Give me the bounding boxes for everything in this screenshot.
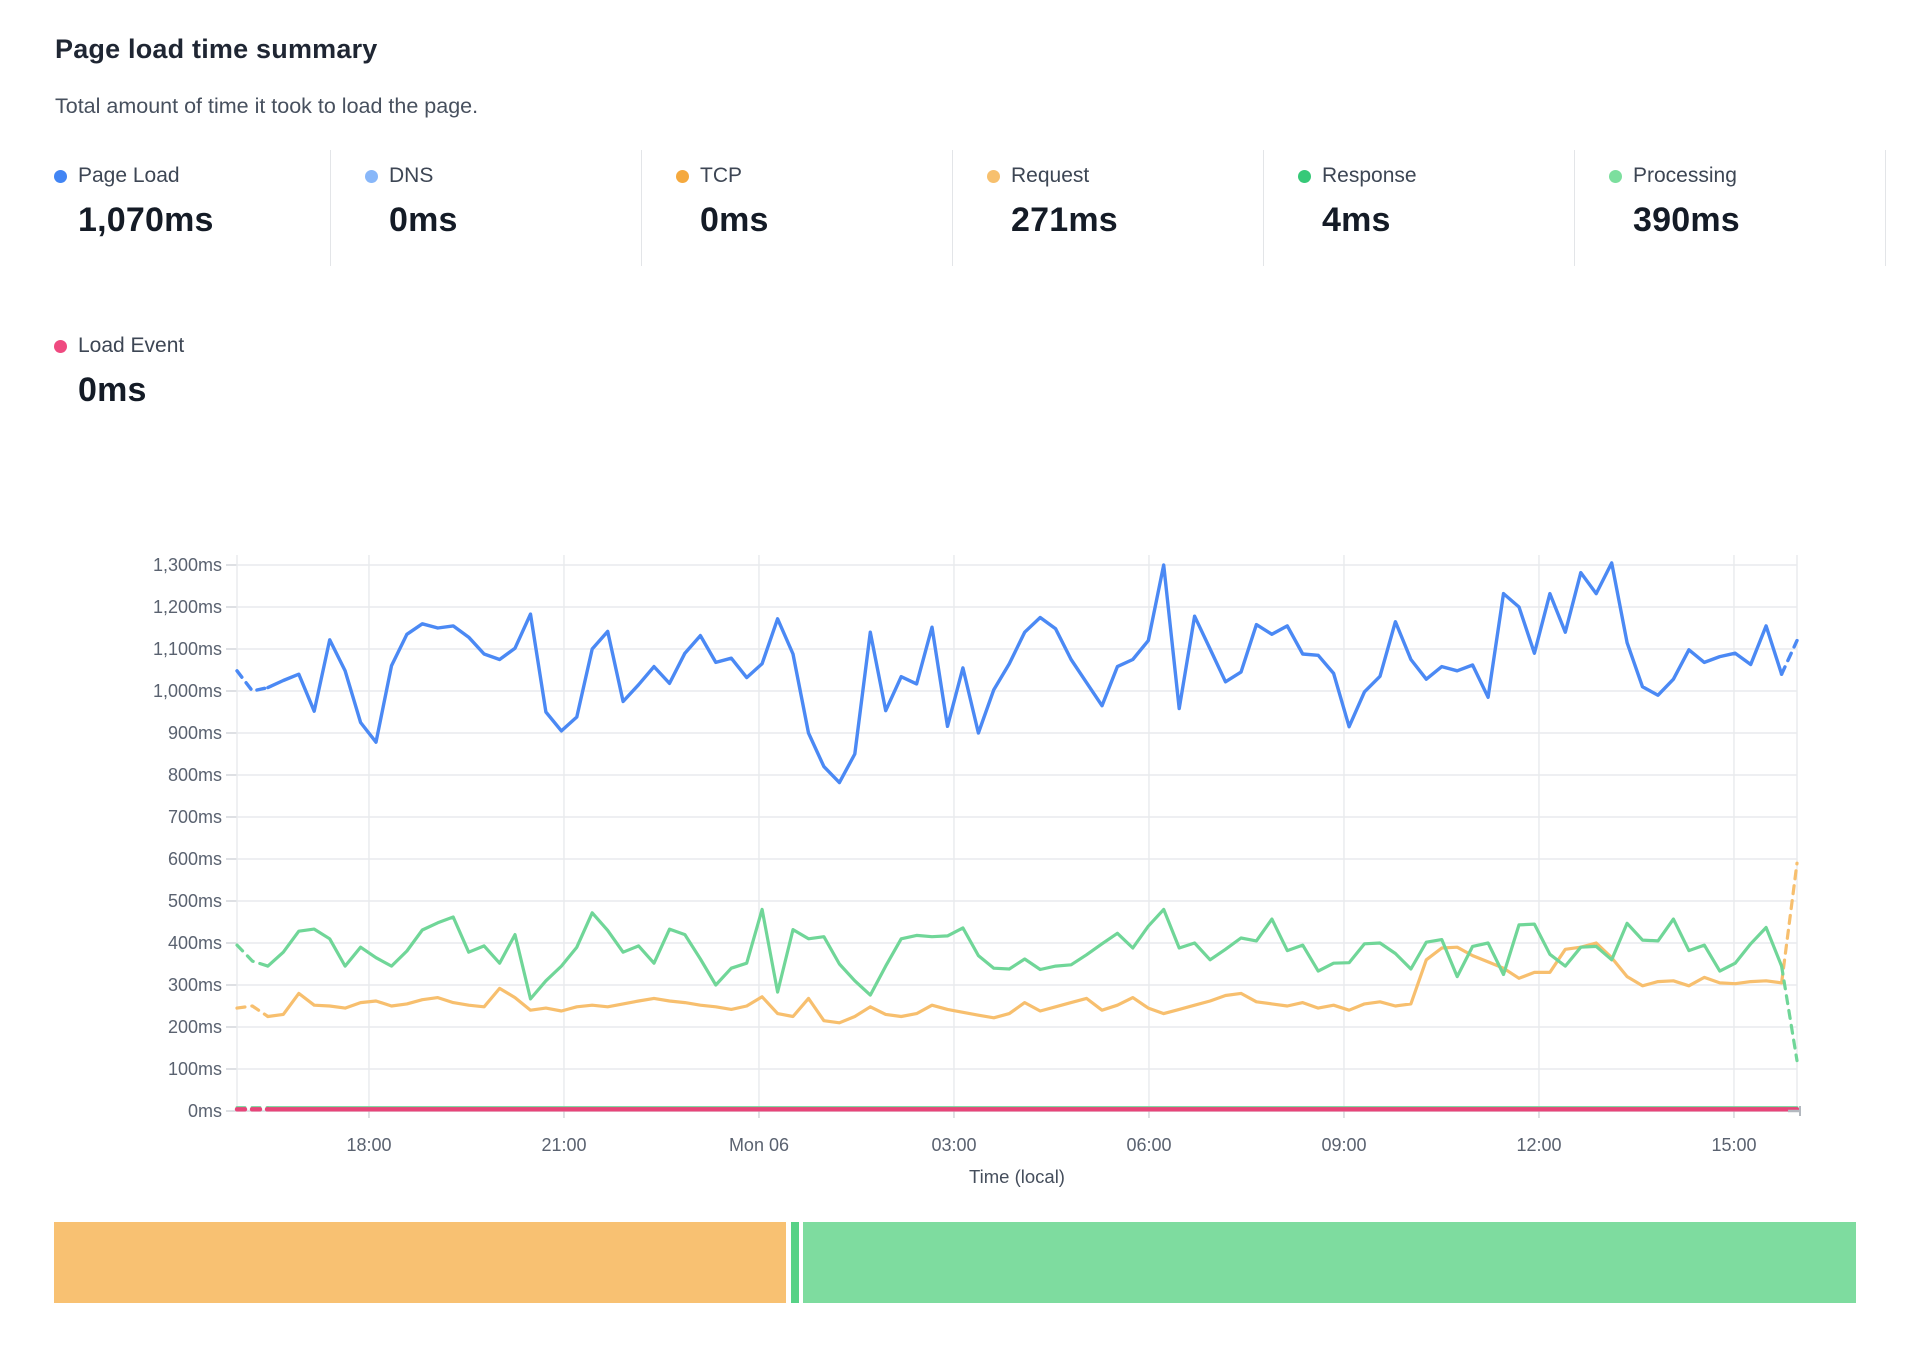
page-load-series-dot-icon	[54, 170, 67, 183]
series-line-processing-dashed[interactable]	[237, 945, 268, 966]
metric-legend-row: Page Load 1,070ms DNS 0ms TCP 0ms Request 271ms…	[20, 150, 1886, 266]
y-tick-label: 100ms	[168, 1059, 222, 1079]
stat-label: Processing	[1633, 164, 1737, 188]
page-load-time-chart[interactable]: 0ms 100ms 200ms 300ms 400ms 500ms 600ms 700ms 80…	[0, 520, 1910, 1220]
legend-stat-page-load[interactable]: Page Load 1,070ms	[20, 150, 331, 266]
page-load-summary-panel: Page load time summary Total amount of t…	[0, 0, 1910, 1352]
x-tick-label: 21:00	[541, 1135, 586, 1155]
series-line-processing-dashed[interactable]	[1782, 966, 1797, 1061]
series-line-page-load-dashed[interactable]	[1782, 641, 1797, 675]
x-tick-label: 09:00	[1321, 1135, 1366, 1155]
series-line-request[interactable]	[268, 943, 1782, 1023]
x-tick-label: 12:00	[1516, 1135, 1561, 1155]
load-event-series-dot-icon	[54, 340, 67, 353]
y-tick-label: 1,200ms	[153, 597, 222, 617]
y-tick-label: 700ms	[168, 807, 222, 827]
y-tick-label: 1,000ms	[153, 681, 222, 701]
y-tick-label: 1,300ms	[153, 555, 222, 575]
tcp-series-dot-icon	[676, 170, 689, 183]
stat-label: Request	[1011, 164, 1089, 188]
legend-stat-load-event[interactable]: Load Event 0ms	[20, 320, 331, 436]
timeline-segment-period-ok-sliver[interactable]	[791, 1222, 799, 1303]
stat-value: 390ms	[1633, 201, 1885, 240]
legend-stat-processing[interactable]: Processing 390ms	[1575, 150, 1886, 266]
x-tick-label: 18:00	[346, 1135, 391, 1155]
series-line-request-dashed[interactable]	[1782, 863, 1797, 983]
y-tick-label: 900ms	[168, 723, 222, 743]
legend-stat-tcp[interactable]: TCP 0ms	[642, 150, 953, 266]
x-axis-title: Time (local)	[969, 1166, 1065, 1187]
stat-label: Page Load	[78, 164, 180, 188]
page-subtitle: Total amount of time it took to load the…	[55, 94, 478, 119]
status-timeline-bar	[54, 1222, 1856, 1303]
stat-value: 0ms	[389, 201, 641, 240]
legend-stat-request[interactable]: Request 271ms	[953, 150, 1264, 266]
series-line-page-load-dashed[interactable]	[237, 671, 268, 691]
stat-label: TCP	[700, 164, 742, 188]
request-series-dot-icon	[987, 170, 1000, 183]
processing-series-dot-icon	[1609, 170, 1622, 183]
stat-label: Response	[1322, 164, 1417, 188]
stat-label: DNS	[389, 164, 433, 188]
stat-value: 271ms	[1011, 201, 1263, 240]
stat-value: 0ms	[78, 371, 331, 410]
x-tick-label: 06:00	[1126, 1135, 1171, 1155]
y-tick-label: 800ms	[168, 765, 222, 785]
y-tick-label: 0ms	[188, 1101, 222, 1121]
x-tick-label: 15:00	[1711, 1135, 1756, 1155]
x-tick-label: Mon 06	[729, 1135, 789, 1155]
metric-legend-row-2: Load Event 0ms	[20, 320, 331, 436]
response-series-dot-icon	[1298, 170, 1311, 183]
y-tick-label: 600ms	[168, 849, 222, 869]
y-tick-label: 300ms	[168, 975, 222, 995]
page-title: Page load time summary	[55, 34, 378, 65]
series-line-request-dashed[interactable]	[237, 1006, 268, 1017]
y-tick-label: 500ms	[168, 891, 222, 911]
x-tick-label: 03:00	[931, 1135, 976, 1155]
stat-value: 1,070ms	[78, 201, 330, 240]
dns-series-dot-icon	[365, 170, 378, 183]
y-tick-label: 1,100ms	[153, 639, 222, 659]
series-line-page-load[interactable]	[268, 563, 1782, 783]
stat-value: 4ms	[1322, 201, 1574, 240]
y-tick-label: 200ms	[168, 1017, 222, 1037]
legend-stat-dns[interactable]: DNS 0ms	[331, 150, 642, 266]
legend-stat-response[interactable]: Response 4ms	[1264, 150, 1575, 266]
timeline-segment-period-degraded[interactable]	[54, 1222, 786, 1303]
stat-value: 0ms	[700, 201, 952, 240]
y-tick-label: 400ms	[168, 933, 222, 953]
stat-label: Load Event	[78, 334, 184, 358]
timeline-segment-period-ok[interactable]	[803, 1222, 1856, 1303]
